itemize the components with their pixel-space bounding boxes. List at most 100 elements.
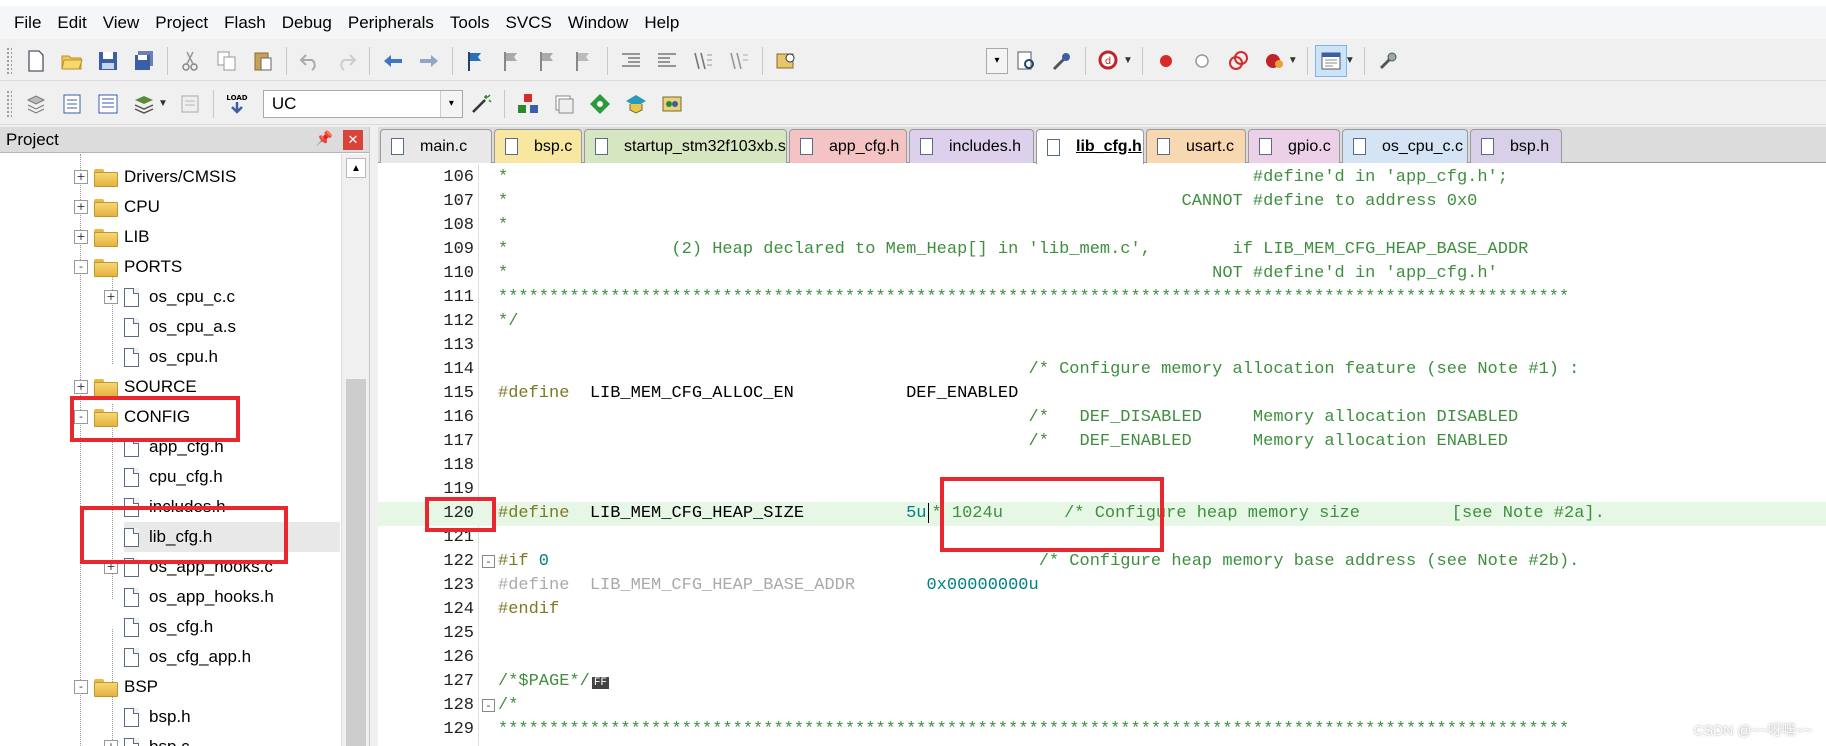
next-bookmark-button[interactable] (532, 45, 564, 77)
find-combo-dropdown[interactable]: ▾ (986, 47, 1008, 74)
menu-view[interactable]: View (95, 9, 148, 37)
expand-icon[interactable]: + (74, 200, 88, 214)
code-line[interactable]: 125 (378, 622, 1826, 646)
uncomment-button[interactable] (723, 45, 755, 77)
batch-build-button[interactable] (128, 88, 160, 120)
code-line[interactable]: 111 *************************************… (378, 286, 1826, 310)
code-line[interactable]: 122- #if 0 /* Configure heap memory base … (378, 550, 1826, 574)
expand-icon[interactable]: + (74, 170, 88, 184)
close-icon[interactable]: ✕ (343, 130, 363, 150)
code-line[interactable]: 124 #endif (378, 598, 1826, 622)
manage-project-items-button[interactable] (512, 88, 544, 120)
tree-item-os-app-hooks-h[interactable]: os_app_hooks.h (124, 582, 274, 612)
tree-item-bsp[interactable]: - BSP (74, 672, 158, 702)
target-select[interactable]: UC ▾ (262, 89, 463, 118)
menu-file[interactable]: File (6, 9, 49, 37)
collapse-icon[interactable]: - (74, 680, 88, 694)
menu-project[interactable]: Project (147, 9, 216, 37)
code-line[interactable]: 109 * (2) Heap declared to Mem_Heap[] in … (378, 238, 1826, 262)
tab-os-cpu-c-c[interactable]: os_cpu_c.c (1342, 129, 1468, 163)
insert-bookmark-button[interactable] (460, 45, 492, 77)
chevron-down-icon[interactable]: ▼ (1345, 55, 1355, 66)
collapse-icon[interactable]: - (74, 260, 88, 274)
manage-run-time-button[interactable] (584, 88, 616, 120)
download-button[interactable]: LOAD (221, 88, 253, 120)
code-line[interactable]: 115 #define LIB_MEM_CFG_ALLOC_EN DEF_ENAB… (378, 382, 1826, 406)
menu-debug[interactable]: Debug (274, 9, 340, 37)
tree-item-cpu-cfg-h[interactable]: cpu_cfg.h (124, 462, 223, 492)
code-line[interactable]: 106 * #define'd in 'app_cfg.h'; (378, 166, 1826, 190)
code-line[interactable]: 116 /* DEF_DISABLED Memory allocation DI… (378, 406, 1826, 430)
chevron-down-icon[interactable]: ▼ (1123, 55, 1133, 66)
incremental-find-button[interactable] (1010, 45, 1042, 77)
start-debug-button[interactable]: d (1093, 45, 1125, 77)
pack-installer-button[interactable] (620, 88, 652, 120)
prev-bookmark-button[interactable] (496, 45, 528, 77)
select-packs-button[interactable] (548, 88, 580, 120)
tab-app-cfg-h[interactable]: app_cfg.h (789, 129, 907, 163)
code-line[interactable]: 113 (378, 334, 1826, 358)
tree-item-bsp-c[interactable]: + bsp.c (104, 732, 190, 746)
code-line[interactable]: 107 * CANNOT #define to address 0x0 (378, 190, 1826, 214)
stop-build-button[interactable] (174, 88, 206, 120)
code-line[interactable]: 123 #define LIB_MEM_CFG_HEAP_BASE_ADDR 0x… (378, 574, 1826, 598)
save-button[interactable] (92, 45, 124, 77)
code-line[interactable]: 127 /*$PAGE*/FF (378, 670, 1826, 694)
menu-help[interactable]: Help (636, 9, 687, 37)
menu-svcs[interactable]: SVCS (498, 9, 560, 37)
toolbar-grip[interactable] (6, 46, 12, 75)
clear-bookmarks-button[interactable] (568, 45, 600, 77)
comment-button[interactable] (687, 45, 719, 77)
navigate-back-button[interactable] (377, 45, 409, 77)
expand-icon[interactable]: + (104, 740, 118, 746)
navigate-forward-button[interactable] (413, 45, 445, 77)
expand-icon[interactable]: + (74, 230, 88, 244)
tab-bsp-c[interactable]: bsp.c (494, 129, 582, 163)
scrollbar-thumb[interactable] (346, 379, 366, 746)
menu-edit[interactable]: Edit (49, 9, 94, 37)
chevron-down-icon[interactable]: ▼ (158, 98, 168, 109)
menu-window[interactable]: Window (560, 9, 636, 37)
menu-tools[interactable]: Tools (442, 9, 498, 37)
enable-breakpoint-button[interactable] (1186, 45, 1218, 77)
tree-item-os-cpu-h[interactable]: os_cpu.h (124, 342, 218, 372)
tab-main-c[interactable]: main.c (380, 129, 492, 163)
tree-item-os-cpu-c-c[interactable]: + os_cpu_c.c (104, 282, 235, 312)
rebuild-button[interactable] (92, 88, 124, 120)
chevron-down-icon[interactable]: ▼ (1288, 55, 1298, 66)
build-button[interactable] (56, 88, 88, 120)
save-all-button[interactable] (128, 45, 160, 77)
configure-button[interactable] (1372, 45, 1404, 77)
fold-toggle-icon[interactable]: - (482, 699, 495, 712)
code-line[interactable]: 112 */ (378, 310, 1826, 334)
fold-toggle-icon[interactable]: - (482, 555, 495, 568)
debug-settings-button[interactable] (1046, 45, 1078, 77)
code-line[interactable]: 108 * (378, 214, 1826, 238)
tab-lib-cfg-h[interactable]: lib_cfg.h (1036, 129, 1144, 164)
disable-all-breakpoints-button[interactable] (1222, 45, 1254, 77)
tree-item-cpu[interactable]: + CPU (74, 192, 160, 222)
expand-icon[interactable]: + (74, 380, 88, 394)
tree-item-bsp-h[interactable]: bsp.h (124, 702, 191, 732)
code-line[interactable]: 118 (378, 454, 1826, 478)
tab-includes-h[interactable]: includes.h (909, 129, 1034, 163)
window-layout-button[interactable] (1314, 44, 1347, 77)
tree-item-os-cfg-app-h[interactable]: os_cfg_app.h (124, 642, 251, 672)
tab-gpio-c[interactable]: gpio.c (1248, 129, 1340, 163)
tree-item-lib[interactable]: + LIB (74, 222, 150, 252)
tree-item-ports[interactable]: - PORTS (74, 252, 182, 282)
code-editor[interactable]: 106 * #define'd in 'app_cfg.h'; 107 * CANNO… (378, 164, 1826, 746)
tree-item-os-cfg-h[interactable]: os_cfg.h (124, 612, 213, 642)
tab-startup-s[interactable]: startup_stm32f103xb.s (584, 129, 787, 163)
translate-button[interactable] (20, 88, 52, 120)
tree-item-os-cpu-a-s[interactable]: os_cpu_a.s (124, 312, 236, 342)
new-file-button[interactable] (20, 45, 52, 77)
target-options-button[interactable] (465, 88, 497, 120)
insert-breakpoint-button[interactable] (1150, 45, 1182, 77)
menu-flash[interactable]: Flash (216, 9, 274, 37)
code-line[interactable]: 114 /* Configure memory allocation featu… (378, 358, 1826, 382)
chevron-down-icon[interactable]: ▾ (439, 90, 462, 117)
find-in-files-button[interactable] (770, 45, 802, 77)
tree-item-drivers-cmsis[interactable]: + Drivers/CMSIS (74, 162, 236, 192)
code-line[interactable]: 117 /* DEF_ENABLED Memory allocation ENA… (378, 430, 1826, 454)
